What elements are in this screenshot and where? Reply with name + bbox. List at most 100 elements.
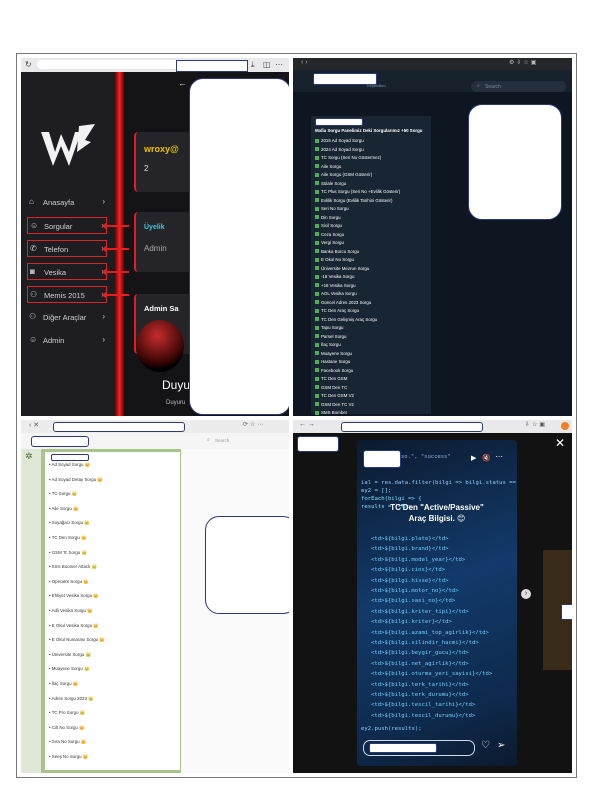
phone-icon: ✆ <box>30 244 37 253</box>
crown-icon: 👑 <box>85 651 91 657</box>
list-item: TC Den GSM <box>315 376 347 381</box>
list-item: Aile Sorgu <box>315 164 341 169</box>
code-top-fragment: so.", "success" <box>401 454 451 460</box>
redaction-box-large <box>189 78 289 415</box>
code-line: <td>${bilgi.sasi_no}</td> <box>371 598 456 605</box>
code-line: <td>${bilgi.silindir_hacmi}</td> <box>371 640 479 646</box>
list-item: SMS Bomber <box>315 410 347 415</box>
list-item-label: Sülale Sorgu <box>321 180 347 186</box>
sidebar-item[interactable]: ☺ Admin › <box>27 332 107 349</box>
telegram-light-screenshot: ‹ ✕ ⟳☆⋯ ⌕ Search ✲ • Ad Soyad Sorgu 👑 • A… <box>21 420 289 773</box>
chat-header: ⌕ Search <box>21 433 289 450</box>
crown-icon: 👑 <box>72 681 79 686</box>
list-item: Güncel Adres 2023 Sorgu <box>315 300 371 305</box>
list-item: • Ad Soyad Detay Sorgu 👑 <box>49 476 103 482</box>
list-item-label: AOL Vesika Sorgu <box>321 291 357 296</box>
list-item-label: Din Sorgu <box>321 214 341 220</box>
redaction-box <box>31 436 89 447</box>
crown-icon: 👑 <box>99 637 105 643</box>
list-item-label: Üniversite Mezrun Sorgu <box>321 265 370 271</box>
list-item: • Cilt No Sorgu 👑 <box>49 724 85 730</box>
heart-icon[interactable]: ♡ <box>481 740 490 751</box>
folder-rail: ✲ <box>21 449 41 773</box>
list-item-label: TC Sorgu <box>51 491 71 497</box>
crown-icon: 👑 <box>83 578 89 584</box>
back-icon[interactable]: ← <box>178 78 187 88</box>
story-card: so.", "success" ▶ 🔇 ⋯ ial = res.data.fil… <box>357 440 517 766</box>
crown-icon: 👑 <box>93 622 99 628</box>
list-item-label: E Okul Numarası Sorgu <box>51 637 99 643</box>
check-icon <box>315 181 319 185</box>
check-icon <box>315 249 319 253</box>
send-icon[interactable]: ➢ <box>497 740 505 751</box>
back-icon[interactable]: ‹ › <box>301 59 308 66</box>
check-icon <box>315 342 319 347</box>
list-item-label: TC Den GSM <box>321 376 348 381</box>
sidebar-item-label: Diğer Araçlar <box>43 313 87 322</box>
sidebar-item[interactable]: ⚇Memis 2015› <box>27 286 107 303</box>
sidebar-item[interactable]: ☺Sorgular› <box>27 217 107 234</box>
crown-icon: 👑 <box>81 535 87 540</box>
back-icon[interactable]: ← → <box>299 421 315 428</box>
caption-line-2: Araç Bilgisi. 😊 <box>408 514 466 523</box>
list-item: Sicil Sorgu <box>315 223 342 228</box>
window-titlebar: ‹ ✕ ⟳☆⋯ <box>21 420 289 433</box>
menu-icon[interactable]: ⋯ <box>275 60 283 69</box>
list-item-label: -18 Vesika Sorgu <box>321 274 355 279</box>
check-icon <box>315 189 319 194</box>
toolbar-icons[interactable]: ⚙⇩☆▣ <box>509 59 538 66</box>
list-item-label: Ad Soyad Sorgu <box>51 462 84 467</box>
sidebar-item[interactable]: ⌂ Anasayfa › <box>27 194 107 211</box>
list-item-label: E Okul No Sorgu <box>321 257 354 262</box>
crown-icon: 👑 <box>93 593 99 599</box>
story-viewer-screenshot: ← → ⇩☆▣ so.", "success" ▶ 🔇 ⋯ ial = res.… <box>293 420 572 773</box>
sidebar-item[interactable]: ◙Vesika› <box>27 263 107 280</box>
play-icon[interactable]: ▶ <box>471 454 476 462</box>
list-item-label: Aile Sorgu (GSM Gösterir) <box>321 172 373 177</box>
admin-title: Admin Sa <box>144 304 179 313</box>
redaction-box <box>51 454 89 461</box>
list-item-label: TC Den GSM V2 <box>321 393 354 398</box>
toolbar-icons[interactable]: ⟳☆⋯ <box>243 421 265 428</box>
chevron-right-icon[interactable]: › <box>521 589 531 599</box>
redaction-box <box>341 422 483 432</box>
extension-icon[interactable]: ◫ <box>263 60 271 69</box>
close-icon[interactable]: ✕ <box>555 436 565 450</box>
sidebar-item[interactable]: ✆Telefon› <box>27 240 107 257</box>
reload-icon[interactable]: ↻ <box>25 60 32 69</box>
list-item-label: Üniversite Sorgu <box>51 651 85 657</box>
mute-icon[interactable]: 🔇 <box>482 454 491 462</box>
list-item: • TC Pro Sorgu 👑 <box>49 710 86 716</box>
search-icon[interactable]: ⌕ <box>207 437 210 443</box>
check-icon <box>315 325 319 330</box>
search-placeholder: Search <box>215 437 230 443</box>
list-item: Vergi Sorgu <box>315 240 344 245</box>
list-item: • GSM Tc Sorgu 👑 <box>49 549 87 555</box>
redaction-box <box>561 604 572 620</box>
search-input[interactable]: ⌕ Search <box>471 81 566 92</box>
list-item: Banka Borcu Sorgu <box>315 249 359 254</box>
list-item: • TC Sorgu 👑 <box>49 491 78 497</box>
chevron-right-icon: › <box>102 335 105 344</box>
check-icon <box>315 376 319 381</box>
code-line: <td>${bilgi.tescil_durumu}</td> <box>371 712 476 719</box>
redaction-box <box>297 436 339 452</box>
redaction-box <box>369 743 437 753</box>
back-icon[interactable]: ‹ ✕ <box>29 421 39 429</box>
window-titlebar: ‹ › ⚙⇩☆▣ <box>293 58 572 70</box>
list-item: • Adres Sorgu 2023 👑 <box>49 695 94 701</box>
list-item-label: Tapu Sorgu <box>321 325 344 330</box>
sidebar-item[interactable]: ⚇ Diğer Araçlar › <box>27 309 107 326</box>
toolbar-icons[interactable]: ⇩☆▣ <box>525 421 547 428</box>
code-line: <td>${bilgi.tescil_tarihi}</td> <box>371 702 476 709</box>
check-icon <box>315 232 319 236</box>
code-line: ial = res.data.filter(bilgi => bilgi.sta… <box>361 480 516 486</box>
gear-icon[interactable]: ✲ <box>25 451 33 462</box>
more-icon[interactable]: ⋯ <box>495 452 503 461</box>
avatar[interactable] <box>561 422 569 430</box>
sidebar-item-label: Anasayfa <box>43 198 75 207</box>
list-item: • Sms Boomer Attack 👑 <box>49 564 98 570</box>
download-icon[interactable]: ⤓ <box>251 60 255 70</box>
check-icon <box>315 198 319 202</box>
list-item-label: Ehliyet Vesika Sorgu <box>51 593 93 599</box>
